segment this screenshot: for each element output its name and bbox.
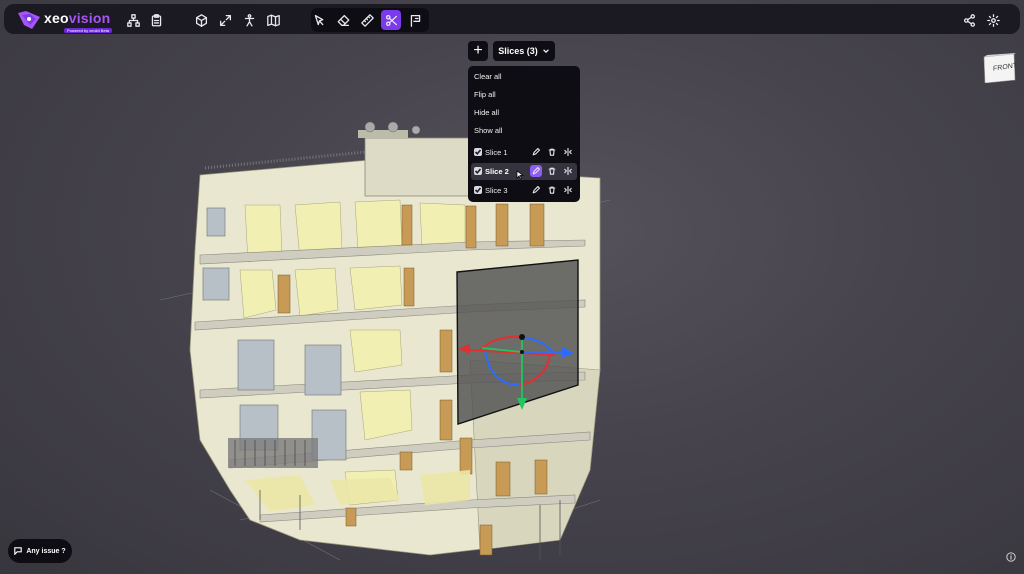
clear-all-slices[interactable]: Clear all (474, 72, 502, 81)
erase-tool-button[interactable] (333, 10, 353, 30)
info-icon[interactable] (1006, 552, 1016, 562)
pencil-icon (532, 167, 540, 175)
hierarchy-button[interactable] (123, 10, 143, 30)
first-person-button[interactable] (239, 10, 259, 30)
pencil-icon (532, 186, 540, 194)
slice-label: Slice 1 (485, 148, 508, 157)
flip-slice-button[interactable] (562, 184, 574, 196)
cube-view-button[interactable] (191, 10, 211, 30)
select-pointer-icon (314, 14, 323, 25)
map-icon (266, 14, 280, 26)
flip-slice-button[interactable] (562, 146, 574, 158)
logo-icon (18, 11, 40, 29)
slice-visibility-checkbox[interactable] (474, 148, 482, 156)
nav-cube[interactable]: FRONT (982, 53, 1017, 84)
fit-view-button[interactable] (215, 10, 235, 30)
hide-all-slices[interactable]: Hide all (474, 108, 499, 117)
slices-menu: Clear all Flip all Hide all Show all Sli… (468, 66, 580, 202)
share-icon (963, 13, 975, 27)
expand-icon (219, 14, 231, 26)
flip-all-slices[interactable]: Flip all (474, 90, 496, 99)
measure-tool-button[interactable] (357, 10, 377, 30)
edit-slice-button[interactable] (530, 146, 542, 158)
delete-slice-button[interactable] (546, 146, 558, 158)
slice-tool-button[interactable] (381, 10, 401, 30)
show-all-slices[interactable]: Show all (474, 126, 502, 135)
annotation-tool-button[interactable] (405, 10, 425, 30)
slice-visibility-checkbox[interactable] (474, 167, 482, 175)
flip-icon (564, 167, 572, 175)
slices-dropdown-label: Slices (3) (498, 46, 538, 56)
cube-icon (195, 13, 207, 27)
slices-dropdown[interactable]: Slices (3) (493, 41, 555, 61)
person-icon (244, 13, 254, 26)
hierarchy-icon (126, 13, 140, 27)
delete-slice-button[interactable] (546, 165, 558, 177)
top-toolbar: xeovision Powered by xeokit Beta (4, 4, 1020, 34)
flip-icon (564, 186, 572, 194)
slice-row[interactable]: Slice 3 (471, 182, 577, 199)
settings-button[interactable] (983, 10, 1003, 30)
logo-text: xeovision (44, 10, 111, 26)
trash-icon (548, 148, 556, 156)
flip-icon (564, 148, 572, 156)
edit-slice-button[interactable] (530, 165, 542, 177)
slice-visibility-checkbox[interactable] (474, 186, 482, 194)
slice-label: Slice 2 (485, 167, 509, 176)
report-issue-button[interactable]: Any issue ? (8, 539, 72, 563)
ruler-icon (360, 13, 374, 27)
logo-subtitle: Powered by xeokit Beta (64, 28, 113, 33)
slice-row[interactable]: Slice 1 (471, 144, 577, 161)
share-button[interactable] (959, 10, 979, 30)
feedback-icon (14, 547, 23, 555)
scissors-icon (385, 14, 397, 26)
annotation-flag-icon (410, 14, 420, 27)
flip-slice-button[interactable] (562, 165, 574, 177)
clipboard-button[interactable] (146, 10, 166, 30)
trash-icon (548, 186, 556, 194)
logo[interactable]: xeovision Powered by xeokit Beta (18, 8, 118, 33)
report-issue-label: Any issue ? (26, 547, 66, 555)
edit-slice-button[interactable] (530, 184, 542, 196)
slice-row[interactable]: Slice 2 (471, 163, 577, 180)
add-slice-button[interactable]: + (468, 41, 488, 61)
select-tool-button[interactable] (309, 10, 329, 30)
eraser-icon (337, 14, 349, 26)
pencil-icon (532, 148, 540, 156)
settings-gear-icon (986, 13, 1000, 27)
clipboard-icon (151, 13, 161, 26)
map-button[interactable] (263, 10, 283, 30)
mouse-cursor-icon (516, 170, 524, 180)
chevron-down-icon (542, 49, 549, 54)
trash-icon (548, 167, 556, 175)
delete-slice-button[interactable] (546, 184, 558, 196)
slice-label: Slice 3 (485, 186, 508, 195)
